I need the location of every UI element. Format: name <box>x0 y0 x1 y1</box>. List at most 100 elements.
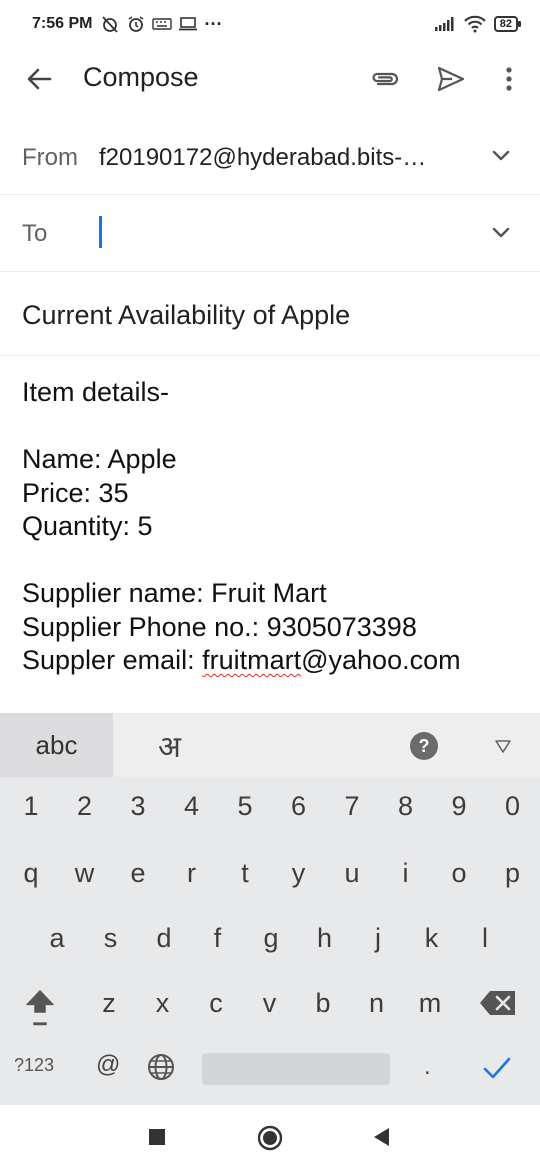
number-key[interactable]: 9 <box>432 777 486 835</box>
letter-key[interactable]: r <box>165 844 219 902</box>
recent-apps-button[interactable] <box>149 1129 165 1145</box>
symbols-key[interactable]: ?123 <box>14 1055 54 1076</box>
status-bar: 7:56 PM ··· 82 <box>0 0 540 48</box>
bottom-row: ?123 @ . <box>0 1039 540 1099</box>
letter-key[interactable]: n <box>350 974 404 1032</box>
body-supplier-name: Supplier name: Fruit Mart <box>22 578 327 608</box>
number-key[interactable]: 1 <box>4 777 58 835</box>
soft-keyboard: abc अ ? 1234567890 qwertyuiop asdfghjkl … <box>0 713 540 1105</box>
attach-button[interactable] <box>366 62 404 96</box>
letter-key[interactable]: l <box>458 909 512 967</box>
letter-key[interactable]: d <box>137 909 191 967</box>
from-expand-button[interactable] <box>488 143 514 169</box>
letter-key[interactable]: x <box>136 974 190 1032</box>
to-input[interactable] <box>96 217 476 249</box>
supplier-email-label: Suppler email: <box>22 645 203 675</box>
number-key[interactable]: 5 <box>218 777 272 835</box>
letter-key[interactable]: s <box>84 909 138 967</box>
letter-key[interactable]: p <box>486 844 540 902</box>
space-key[interactable] <box>202 1053 390 1085</box>
system-back-button[interactable] <box>371 1126 391 1148</box>
number-key[interactable]: 2 <box>58 777 112 835</box>
from-label: From <box>22 144 78 171</box>
body-blank-line <box>22 544 522 578</box>
letter-key[interactable]: h <box>298 909 352 967</box>
send-icon <box>437 66 465 92</box>
number-key[interactable]: 7 <box>325 777 379 835</box>
letter-row-z: zxcvbnm <box>0 974 540 1034</box>
letter-key[interactable]: k <box>405 909 459 967</box>
number-key[interactable]: 4 <box>165 777 219 835</box>
language-switch-key[interactable] <box>146 1052 176 1082</box>
number-key[interactable]: 6 <box>272 777 326 835</box>
number-key[interactable]: 0 <box>486 777 540 835</box>
shift-key[interactable] <box>20 986 60 1030</box>
text-cursor <box>99 216 102 248</box>
letter-key[interactable]: z <box>82 974 136 1032</box>
from-row[interactable]: From f20190172@hyderabad.bits-… <box>0 118 540 195</box>
alarm-off-icon <box>102 16 119 33</box>
home-button[interactable] <box>257 1125 283 1151</box>
letter-row-a: asdfghjkl <box>0 909 540 969</box>
letter-key[interactable]: c <box>189 974 243 1032</box>
period-key[interactable]: . <box>424 1053 431 1081</box>
spellcheck-word[interactable]: fruitmart <box>202 645 301 675</box>
letter-key[interactable]: t <box>218 844 272 902</box>
page-title: Compose <box>83 62 199 92</box>
language-abc-button[interactable]: abc <box>0 713 113 777</box>
body-heading: Item details- <box>22 377 170 407</box>
system-nav-bar <box>0 1105 540 1170</box>
laptop-icon <box>179 17 198 31</box>
letter-key[interactable]: q <box>4 844 58 902</box>
body-blank-line <box>22 410 522 444</box>
triangle-down-icon <box>495 740 511 753</box>
more-options-button[interactable] <box>494 62 524 96</box>
chevron-down-icon <box>492 150 510 161</box>
letter-key[interactable]: g <box>244 909 298 967</box>
letter-key[interactable]: i <box>379 844 433 902</box>
to-row[interactable]: To <box>0 195 540 272</box>
send-button[interactable] <box>432 62 470 96</box>
hide-keyboard-button[interactable] <box>490 735 516 757</box>
letter-key[interactable]: e <box>111 844 165 902</box>
number-key[interactable]: 3 <box>111 777 165 835</box>
body-item-price: Price: 35 <box>22 477 129 508</box>
more-notifications-indicator: ··· <box>204 13 223 34</box>
language-hindi-button[interactable]: अ <box>113 713 226 777</box>
backspace-key[interactable] <box>478 988 518 1018</box>
help-button[interactable]: ? <box>410 732 438 760</box>
from-account[interactable]: f20190172@hyderabad.bits-… <box>99 144 426 172</box>
letter-key[interactable]: y <box>272 844 326 902</box>
status-icons-left: ··· <box>100 14 222 35</box>
subject-text[interactable]: Current Availability of Apple <box>22 300 350 331</box>
letter-key[interactable]: f <box>191 909 245 967</box>
keyboard-icon <box>152 18 173 30</box>
letter-key[interactable]: w <box>58 844 112 902</box>
at-key[interactable]: @ <box>96 1051 120 1079</box>
wifi-icon <box>464 15 486 33</box>
battery-icon: 82 <box>493 16 522 32</box>
body-supplier-phone: Supplier Phone no.: 9305073398 <box>22 611 417 642</box>
enter-key[interactable] <box>482 1055 512 1081</box>
number-key[interactable]: 8 <box>379 777 433 835</box>
letter-key[interactable]: o <box>432 844 486 902</box>
to-label: To <box>22 220 48 247</box>
subject-field[interactable]: Current Availability of Apple <box>0 272 540 356</box>
letter-key[interactable]: v <box>243 974 297 1032</box>
body-item-quantity: Quantity: 5 <box>22 511 153 541</box>
message-body[interactable]: Item details- Name: Apple Price: 35 Quan… <box>22 376 522 678</box>
letter-key[interactable]: b <box>296 974 350 1032</box>
back-button[interactable] <box>22 62 56 96</box>
signal-icon <box>434 17 454 31</box>
status-icons-right: 82 <box>434 15 522 33</box>
letter-key[interactable]: u <box>325 844 379 902</box>
letter-key[interactable]: a <box>30 909 84 967</box>
letter-key[interactable]: m <box>403 974 457 1032</box>
letter-key[interactable]: j <box>351 909 405 967</box>
to-expand-button[interactable] <box>488 220 514 246</box>
letter-row-q: qwertyuiop <box>0 844 540 904</box>
status-time: 7:56 PM <box>32 15 93 32</box>
chevron-down-icon <box>492 227 510 238</box>
backspace-icon <box>480 991 515 1015</box>
app-bar: Compose <box>0 48 540 110</box>
